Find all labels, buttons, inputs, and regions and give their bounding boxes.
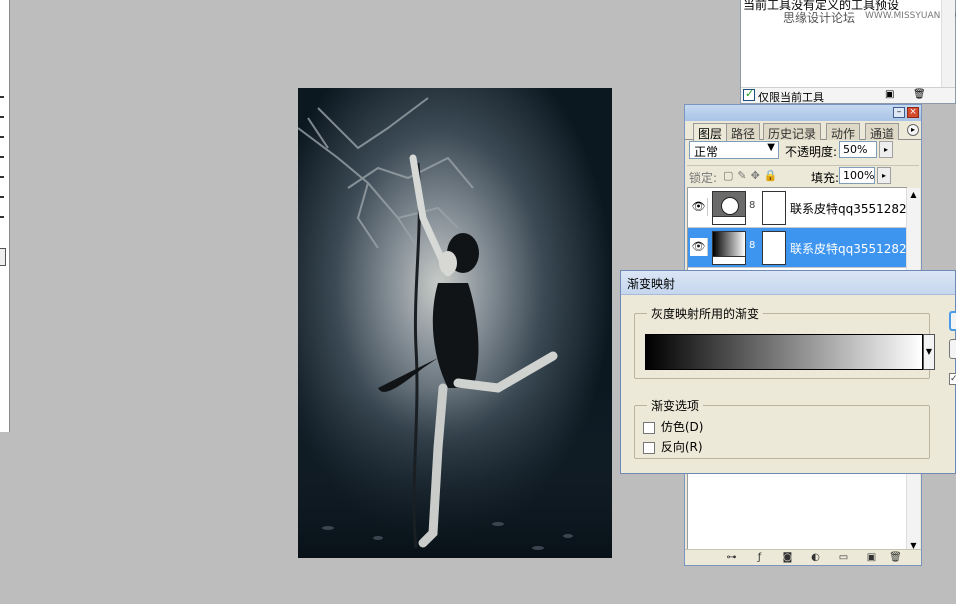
fill-input[interactable]: 100% xyxy=(839,167,875,184)
current-tool-only-label: 仅限当前工具 xyxy=(758,91,824,104)
gradient-options-label: 渐变选项 xyxy=(647,397,704,414)
tab-layers[interactable]: 图层 xyxy=(693,123,728,141)
blend-mode-select[interactable]: 正常 ▼ xyxy=(689,141,779,159)
lock-label: 锁定: xyxy=(689,171,718,185)
gradient-group-label: 灰度映射所用的渐变 xyxy=(647,305,764,322)
dither-option[interactable]: 仿色(D) xyxy=(643,418,703,435)
link-layers-icon[interactable]: ⊶ xyxy=(725,552,738,564)
adjustment-layer-icon[interactable]: ◐ xyxy=(809,552,822,564)
tab-actions[interactable]: 动作 xyxy=(826,123,861,141)
trash-icon[interactable]: 🗑 xyxy=(889,552,902,564)
layers-panel-tabs: 图层 路径 历史记录 动作 通道 ▸ xyxy=(685,121,921,141)
layer-mask-thumbnail[interactable] xyxy=(762,191,786,225)
toolbox-tick xyxy=(0,136,4,138)
layer-style-icon[interactable]: ƒ xyxy=(753,552,766,564)
dither-checkbox[interactable] xyxy=(643,421,655,434)
dialog-title[interactable]: 渐变映射 xyxy=(621,271,955,295)
toolbox-tick xyxy=(0,156,4,158)
layer-row[interactable]: 👁 8 联系皮特qq3551282 xyxy=(688,228,908,268)
document-canvas[interactable] xyxy=(298,88,612,558)
reverse-label: 反向(R) xyxy=(660,440,703,454)
opacity-input[interactable]: 50% xyxy=(839,141,877,158)
trash-icon[interactable]: 🗑 xyxy=(913,89,926,100)
new-layer-icon[interactable]: ▣ xyxy=(865,552,878,564)
chevron-down-icon: ▼ xyxy=(767,142,775,153)
layer-name: 联系皮特qq3551282 xyxy=(790,202,907,216)
link-icon[interactable]: 8 xyxy=(749,240,755,251)
gradient-preview[interactable] xyxy=(645,334,923,370)
lock-icons[interactable]: ▢✎✥🔒 xyxy=(723,169,782,182)
gradient-picker-chevron-icon[interactable]: ▼ xyxy=(923,334,935,370)
eye-icon[interactable]: 👁 xyxy=(690,198,708,216)
current-tool-only-checkbox[interactable] xyxy=(743,87,755,101)
layers-panel-titlebar[interactable]: – × xyxy=(685,105,921,121)
layers-footer: ⊶ ƒ ◙ ◐ ▭ ▣ 🗑 xyxy=(685,549,921,565)
minimize-icon[interactable]: – xyxy=(893,107,905,118)
opacity-label: 不透明度: xyxy=(785,145,838,159)
presets-footer: 仅限当前工具 ▣ 🗑 xyxy=(741,87,955,104)
layer-thumbnail xyxy=(712,191,746,225)
toolbox-button[interactable] xyxy=(0,248,6,266)
layer-mask-thumbnail[interactable] xyxy=(762,231,786,265)
tab-history[interactable]: 历史记录 xyxy=(763,123,822,141)
ballet-dancer-photo xyxy=(298,88,612,558)
reverse-option[interactable]: 反向(R) xyxy=(643,438,703,455)
ok-button[interactable] xyxy=(949,311,956,331)
toolbox-tick xyxy=(0,216,4,218)
cancel-button[interactable] xyxy=(949,339,956,359)
preview-checkbox[interactable]: ✓ xyxy=(949,373,956,385)
presets-scrollbar[interactable] xyxy=(941,0,955,88)
close-icon[interactable]: × xyxy=(907,107,919,118)
layer-name: 联系皮特qq3551282 xyxy=(790,242,907,256)
toolbox-tick xyxy=(0,96,4,98)
new-preset-icon[interactable]: ▣ xyxy=(885,89,894,100)
toolbox-tick xyxy=(0,116,4,118)
blend-mode-value: 正常 xyxy=(694,145,719,159)
add-mask-icon[interactable]: ◙ xyxy=(781,552,794,564)
reverse-checkbox[interactable] xyxy=(643,441,655,454)
dither-label: 仿色(D) xyxy=(660,420,704,434)
toolbox-tick xyxy=(0,196,4,198)
layer-thumbnail xyxy=(712,231,746,265)
tab-channels[interactable]: 通道 xyxy=(865,123,900,141)
opacity-slider-button[interactable]: ▸ xyxy=(879,141,893,158)
gradient-map-dialog: 渐变映射 灰度映射所用的渐变 ▼ 渐变选项 仿色(D) 反向(R) ✓ xyxy=(620,270,956,474)
blend-opacity-row: 正常 ▼ 不透明度: 50% ▸ xyxy=(689,141,917,161)
gradient-group: 灰度映射所用的渐变 ▼ xyxy=(634,305,935,379)
toolbox-edge xyxy=(0,0,10,432)
fill-slider-button[interactable]: ▸ xyxy=(877,167,891,184)
tab-paths[interactable]: 路径 xyxy=(726,123,761,141)
lock-fill-row: 锁定: ▢✎✥🔒 填充: 100% ▸ xyxy=(687,165,919,185)
layer-row[interactable]: 👁 8 联系皮特qq3551282 xyxy=(688,188,908,228)
eye-icon[interactable]: 👁 xyxy=(690,238,708,256)
folder-icon[interactable]: ▭ xyxy=(837,552,850,564)
panel-menu-icon[interactable]: ▸ xyxy=(907,124,919,136)
link-icon[interactable]: 8 xyxy=(749,200,755,211)
fill-label: 填充: xyxy=(811,171,840,185)
toolbox-tick xyxy=(0,176,4,178)
scroll-up-icon[interactable]: ▲ xyxy=(907,190,920,199)
tool-presets-panel: 当前工具没有定义的工具预设 思缘设计论坛 WWW.MISSYUAN.COM 仅限… xyxy=(740,0,956,104)
gradient-options-group: 渐变选项 仿色(D) 反向(R) xyxy=(634,397,930,459)
watermark-text: 思缘设计论坛 xyxy=(783,11,856,25)
